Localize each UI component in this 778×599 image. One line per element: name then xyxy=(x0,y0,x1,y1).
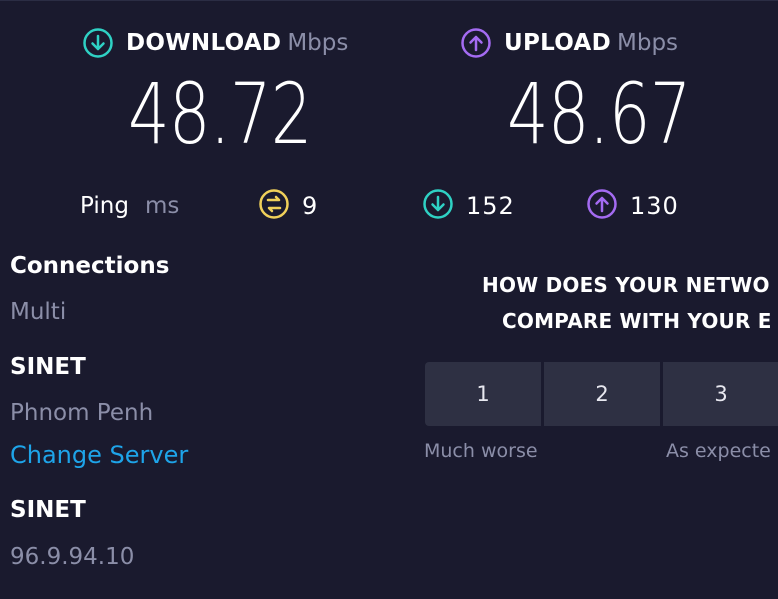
rating-caption-low: Much worse xyxy=(424,440,538,462)
ping-upload-value: 130 xyxy=(630,192,679,220)
connections-value: Multi xyxy=(10,299,67,325)
ping-idle-value: 9 xyxy=(302,192,319,220)
survey-question-line2: COMPARE WITH YOUR E xyxy=(502,309,772,333)
download-unit: Mbps xyxy=(287,30,349,56)
ping-label: Ping xyxy=(80,193,129,219)
download-header: DOWNLOAD Mbps xyxy=(82,27,348,59)
change-server-link[interactable]: Change Server xyxy=(10,441,188,469)
rating-option-2[interactable]: 2 xyxy=(544,362,663,426)
upload-label: UPLOAD xyxy=(504,30,611,56)
ping-download: 152 xyxy=(422,186,515,226)
client-isp: SINET xyxy=(10,497,86,523)
ping-upload: 130 xyxy=(586,186,679,226)
connections-title: Connections xyxy=(10,253,170,279)
ping-download-value: 152 xyxy=(466,192,515,220)
ping-idle-icon xyxy=(258,188,290,224)
upload-header: UPLOAD Mbps xyxy=(460,27,678,59)
rating-option-1[interactable]: 1 xyxy=(425,362,544,426)
server-location: Phnom Penh xyxy=(10,400,154,426)
rating-option-3[interactable]: 3 xyxy=(663,362,778,426)
survey-question-line1: HOW DOES YOUR NETWO xyxy=(482,273,770,297)
download-speed-value: 48.72 xyxy=(128,65,312,163)
rating-scale: 1 2 3 xyxy=(425,362,778,426)
ping-idle: 9 xyxy=(258,186,318,226)
top-border xyxy=(0,0,778,1)
ping-label-group: Ping ms xyxy=(80,186,179,226)
download-label: DOWNLOAD xyxy=(126,30,282,56)
upload-unit: Mbps xyxy=(617,30,679,56)
download-arrow-icon xyxy=(422,188,454,224)
ping-unit: ms xyxy=(144,193,180,219)
upload-arrow-icon xyxy=(586,188,618,224)
client-ip: 96.9.94.10 xyxy=(10,544,135,570)
server-name: SINET xyxy=(10,354,86,380)
download-arrow-icon xyxy=(82,27,114,59)
rating-caption-mid: As expecte xyxy=(666,440,771,462)
upload-arrow-icon xyxy=(460,27,492,59)
upload-speed-value: 48.67 xyxy=(507,65,691,163)
